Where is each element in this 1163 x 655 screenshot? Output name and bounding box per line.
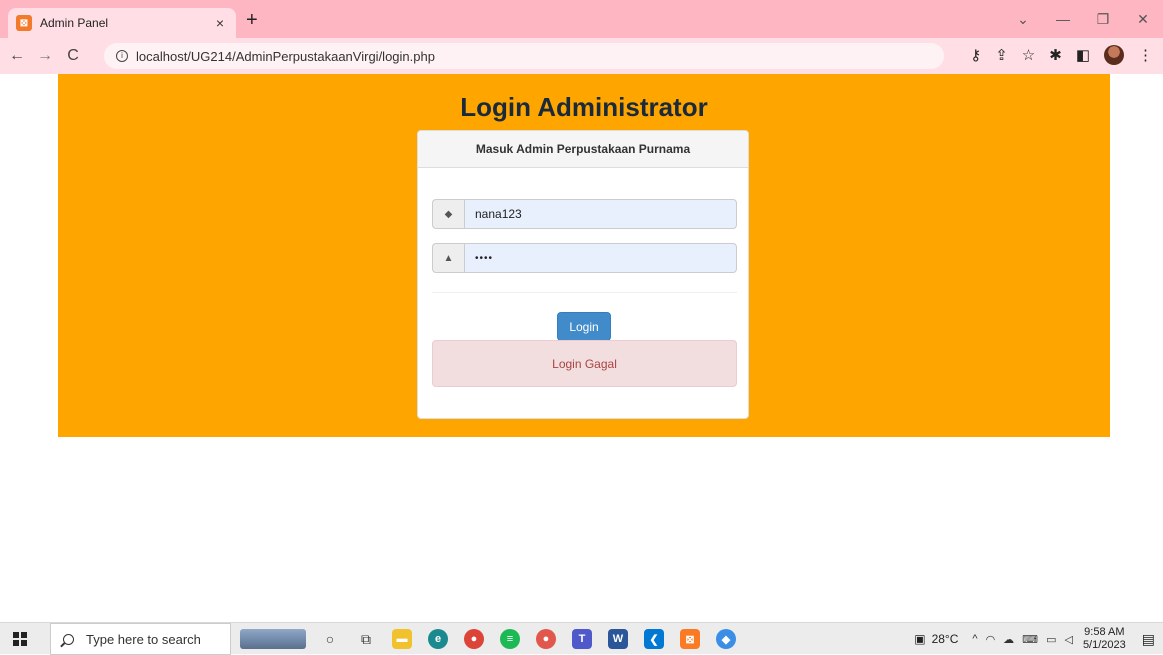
login-error-alert: Login Gagal xyxy=(432,340,737,387)
keyboard-icon[interactable]: ⌨ xyxy=(1022,633,1038,646)
weather-widget[interactable]: ▣ 28°C xyxy=(914,632,958,646)
page-title: Login Administrator xyxy=(460,92,708,122)
spotify-icon[interactable]: ≡ xyxy=(500,629,520,649)
login-panel: Masuk Admin Perpustakaan Purnama ◆ nana1… xyxy=(417,130,749,419)
teams-icon[interactable]: T xyxy=(572,629,592,649)
temperature-text: 28°C xyxy=(931,632,959,646)
clock-date: 5/1/2023 xyxy=(1082,639,1126,651)
minimize-button[interactable]: — xyxy=(1043,11,1083,27)
forward-button[interactable]: → xyxy=(34,47,56,65)
vscode-icon[interactable]: ❮ xyxy=(644,629,664,649)
menu-kebab-icon[interactable]: ⋮ xyxy=(1138,46,1153,64)
windows-taskbar: Type here to search ○ ⧉ ▬ e ● ≡ ● T W ❮ … xyxy=(0,622,1163,655)
reload-button[interactable]: C xyxy=(62,47,84,65)
tab-search-icon[interactable]: ⌄ xyxy=(1003,11,1043,28)
login-banner: Login Administrator Masuk Admin Perpusta… xyxy=(58,74,1110,437)
battery-icon[interactable]: ▭ xyxy=(1046,633,1056,646)
page-content: Login Administrator Masuk Admin Perpusta… xyxy=(0,74,1163,602)
share-icon[interactable]: ⇪ xyxy=(995,46,1008,64)
search-placeholder: Type here to search xyxy=(86,631,201,647)
extensions-puzzle-icon[interactable]: ✱ xyxy=(1049,46,1062,64)
wifi-icon[interactable]: ◠ xyxy=(986,633,996,646)
url-input[interactable]: i localhost/UG214/AdminPerpustakaanVirgi… xyxy=(104,43,944,69)
file-explorer-icon[interactable]: ▬ xyxy=(392,629,412,649)
search-icon xyxy=(63,633,74,645)
search-highlight-image[interactable] xyxy=(240,629,306,649)
panel-title: Masuk Admin Perpustakaan Purnama xyxy=(418,131,748,168)
bookmark-star-icon[interactable]: ☆ xyxy=(1022,46,1035,64)
username-input[interactable]: nana123 xyxy=(464,199,737,229)
profile-avatar[interactable] xyxy=(1104,45,1124,65)
lock-icon: ▲ xyxy=(432,243,464,273)
cloud-icon[interactable]: ☁ xyxy=(1003,633,1014,646)
chrome-profile-icon[interactable]: ● xyxy=(536,629,556,649)
tray-icons: ^ ◠ ☁ ⌨ ▭ ◁ xyxy=(972,633,1073,646)
new-tab-button[interactable]: + xyxy=(246,10,258,30)
clock[interactable]: 9:58 AM 5/1/2023 xyxy=(1083,626,1126,652)
password-input[interactable]: •••• xyxy=(464,243,737,273)
word-icon[interactable]: W xyxy=(608,629,628,649)
side-panel-icon[interactable]: ◧ xyxy=(1076,46,1090,64)
windows-start-icon[interactable] xyxy=(13,631,27,646)
system-tray: ▣ 28°C ^ ◠ ☁ ⌨ ▭ ◁ 9:58 AM 5/1/2023 ▤ xyxy=(914,623,1155,655)
task-view-icon[interactable]: ⧉ xyxy=(356,631,376,648)
login-button[interactable]: Login xyxy=(557,312,611,341)
notification-icon[interactable]: ▤ xyxy=(1142,631,1155,648)
weather-icon: ▣ xyxy=(914,632,926,646)
volume-icon[interactable]: ◁ xyxy=(1064,633,1072,646)
password-key-icon[interactable]: ⚷ xyxy=(970,46,981,64)
tab-bar: ⊠ Admin Panel × + ⌄ — ❐ ✕ xyxy=(0,0,1163,38)
tag-icon: ◆ xyxy=(432,199,464,229)
chevron-up-icon[interactable]: ^ xyxy=(972,633,977,646)
back-button[interactable]: ← xyxy=(6,47,28,65)
window-controls: ⌄ — ❐ ✕ xyxy=(1003,0,1163,38)
toolbar-icons: ⚷ ⇪ ☆ ✱ ◧ ⋮ xyxy=(970,45,1153,65)
xampp-favicon-icon: ⊠ xyxy=(16,15,32,31)
clock-time: 9:58 AM xyxy=(1084,626,1125,638)
app-icon[interactable]: ◆ xyxy=(716,629,736,649)
close-window-button[interactable]: ✕ xyxy=(1123,11,1163,28)
site-info-icon[interactable]: i xyxy=(116,50,128,62)
cortana-icon[interactable]: ○ xyxy=(320,631,340,647)
url-text: localhost/UG214/AdminPerpustakaanVirgi/l… xyxy=(136,48,435,64)
address-bar: ← → C i localhost/UG214/AdminPerpustakaa… xyxy=(0,38,1163,74)
username-group: ◆ nana123 xyxy=(432,199,737,229)
edge-icon[interactable]: e xyxy=(428,629,448,649)
restore-button[interactable]: ❐ xyxy=(1083,11,1123,28)
tab-title: Admin Panel xyxy=(40,16,109,30)
browser-tab[interactable]: ⊠ Admin Panel × xyxy=(8,8,236,38)
tab-close-icon[interactable]: × xyxy=(212,15,228,31)
taskbar-apps: ○ ⧉ ▬ e ● ≡ ● T W ❮ ⊠ ◆ xyxy=(320,623,736,655)
taskbar-search-input[interactable]: Type here to search xyxy=(50,623,231,655)
xampp-icon[interactable]: ⊠ xyxy=(680,629,700,649)
password-group: ▲ •••• xyxy=(432,243,737,273)
form-divider xyxy=(432,292,737,293)
chrome-icon[interactable]: ● xyxy=(464,629,484,649)
